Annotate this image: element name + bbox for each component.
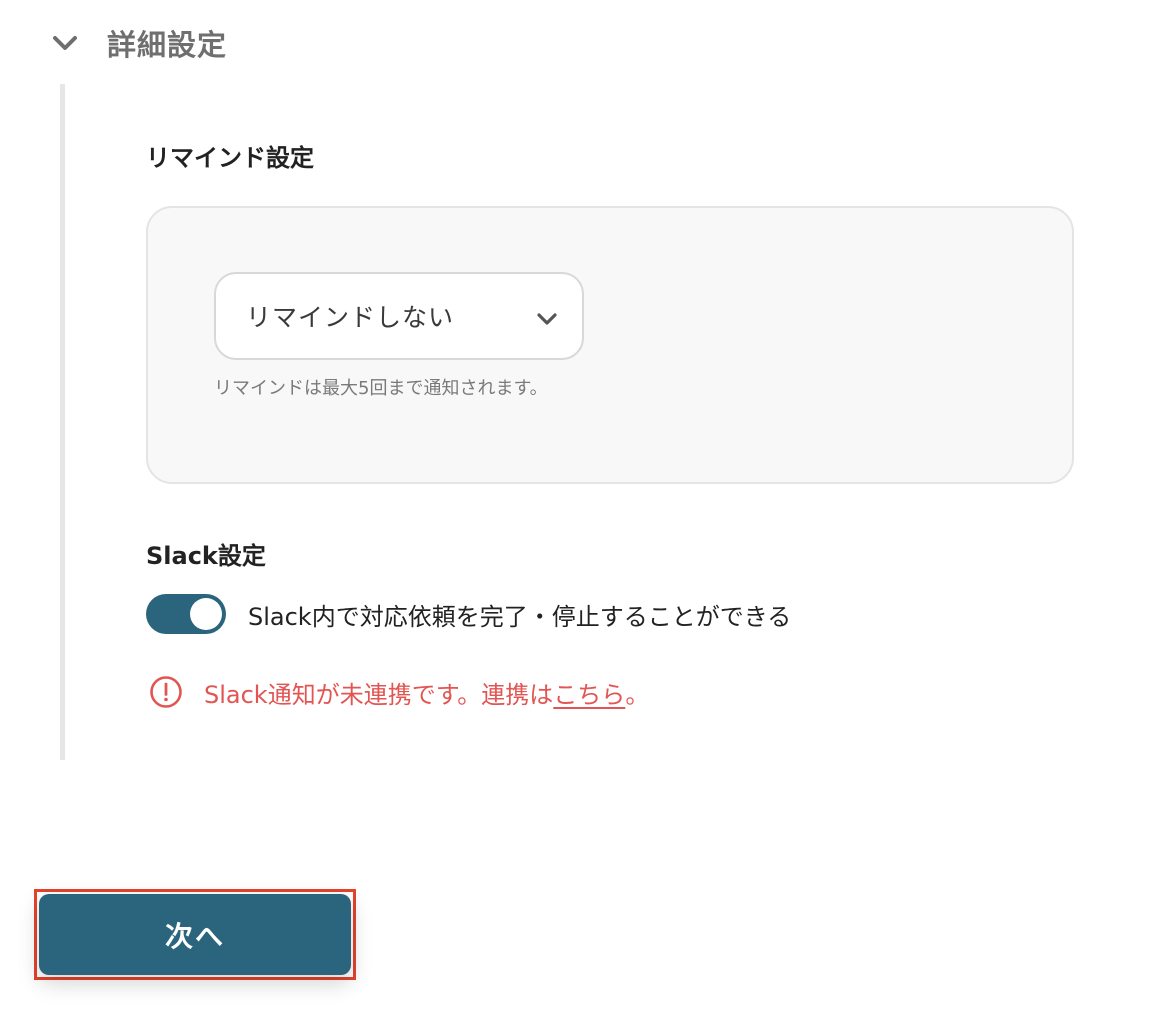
warning-message: Slack通知が未連携です。連携はこちら。	[204, 675, 649, 710]
warning-text-suffix: 。	[625, 680, 650, 709]
slack-toggle-row: Slack内で対応依頼を完了・停止することができる	[146, 594, 791, 634]
remind-settings-card: リマインドしない リマインドは最大5回まで通知されます。	[146, 206, 1074, 484]
remind-select-value: リマインドしない	[246, 303, 455, 332]
remind-select[interactable]: リマインドしない	[214, 272, 584, 360]
section-title: 詳細設定	[107, 28, 228, 62]
next-button[interactable]: 次へ	[39, 894, 351, 975]
section-divider	[60, 84, 65, 760]
remind-settings-heading: リマインド設定	[146, 144, 314, 172]
next-button-highlight: 次へ	[34, 889, 356, 980]
slack-warning: Slack通知が未連携です。連携はこちら。	[148, 672, 649, 712]
slack-connect-link[interactable]: こちら	[553, 681, 625, 709]
slack-action-toggle[interactable]	[146, 594, 226, 634]
chevron-down-icon	[534, 306, 560, 332]
slack-toggle-label: Slack内で対応依頼を完了・停止することができる	[248, 602, 792, 631]
detail-settings-toggle[interactable]: 詳細設定	[50, 20, 227, 66]
remind-hint: リマインドは最大5回まで通知されます。	[214, 378, 548, 399]
toggle-knob	[190, 598, 222, 630]
slack-settings-heading: Slack設定	[146, 542, 266, 570]
chevron-down-icon	[50, 28, 80, 58]
warning-text-prefix: Slack通知が未連携です。連携は	[204, 680, 554, 709]
detail-settings-page: 詳細設定 リマインド設定 リマインドしない リマインドは最大5回まで通知されます…	[0, 0, 1152, 1016]
exclamation-circle-icon	[148, 674, 184, 710]
